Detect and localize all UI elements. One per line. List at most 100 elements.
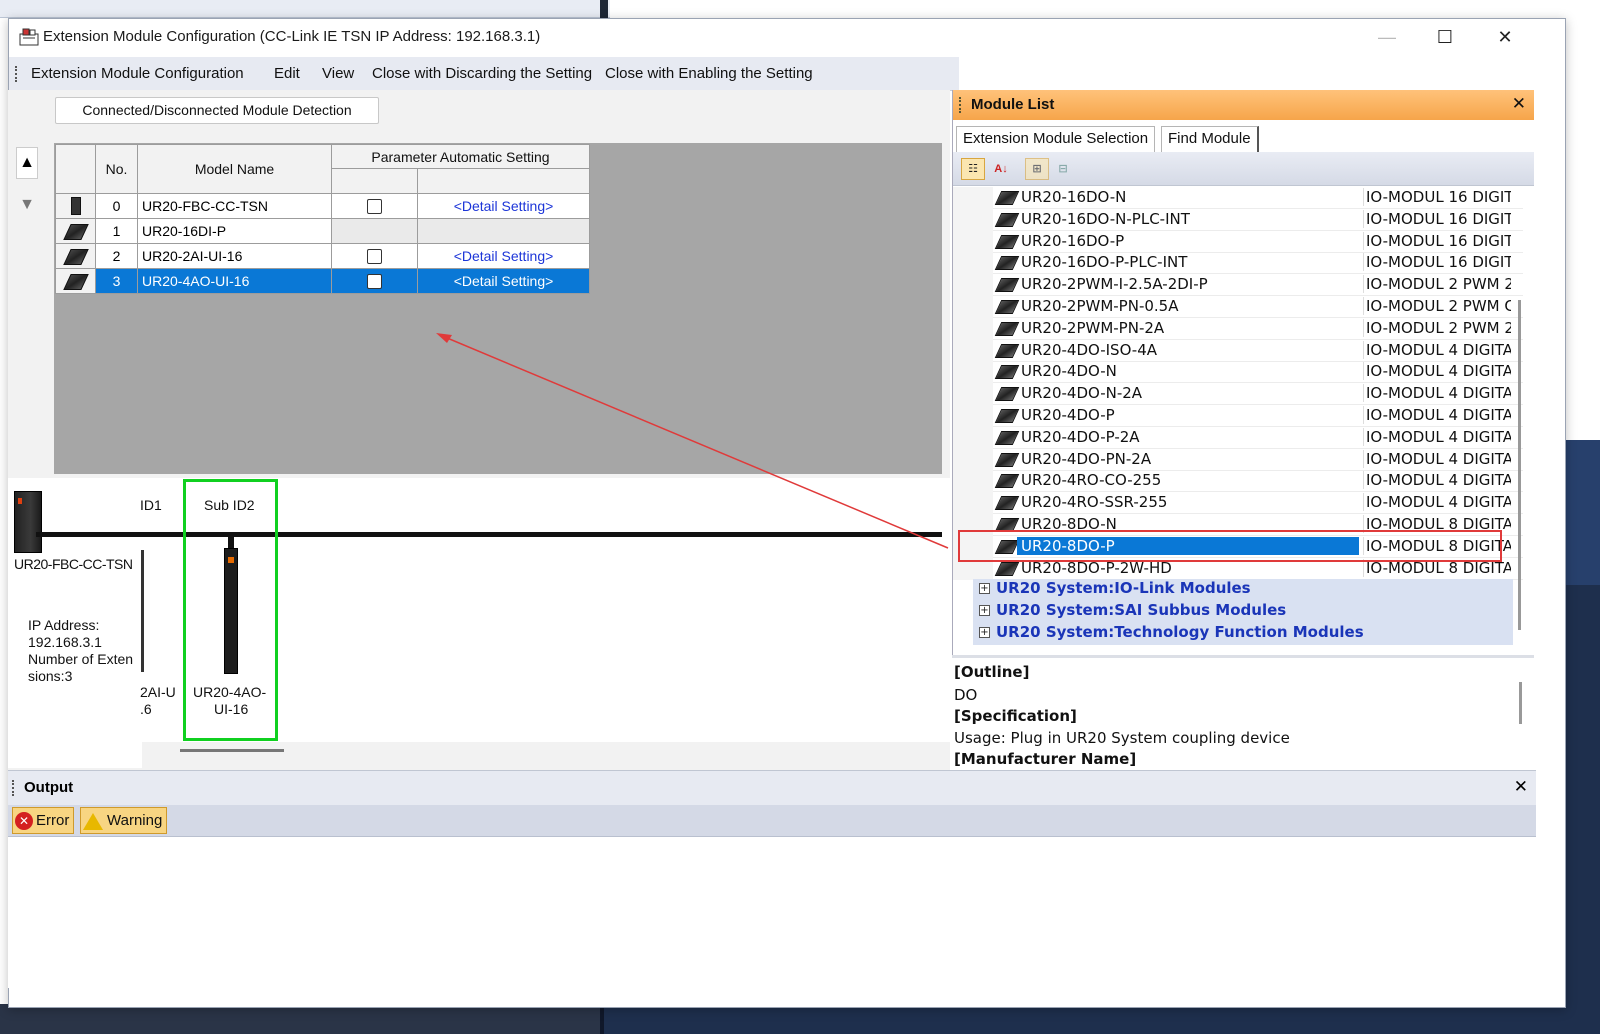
module-list-tabs: Extension Module Selection Find Module — [953, 122, 1534, 152]
list-item[interactable]: UR20-16DO-P-PLC-INT IO-MODUL 16 DIGIT — [953, 252, 1523, 275]
module-detection-button[interactable]: Connected/Disconnected Module Detection — [55, 97, 379, 124]
module-description: IO-MODUL 2 PWM C — [1363, 297, 1511, 315]
list-item[interactable]: UR20-16DO-N-PLC-INT IO-MODUL 16 DIGIT — [953, 208, 1523, 231]
menu-close-enable[interactable]: Close with Enabling the Setting — [605, 65, 813, 82]
module-icon — [994, 278, 1020, 293]
output-panel: Output ✕ ✕ Error Warning — [8, 770, 1536, 988]
info-scrollbar[interactable] — [1519, 682, 1522, 724]
list-item[interactable]: UR20-4DO-P IO-MODUL 4 DIGITA — [953, 405, 1523, 427]
grip-icon — [959, 97, 962, 113]
background-desktop — [0, 1004, 606, 1034]
output-title: Output — [24, 779, 74, 796]
list-item[interactable]: UR20-2PWM-I-2.5A-2DI-P IO-MODUL 2 PWM 2 — [953, 274, 1523, 297]
list-item[interactable]: UR20-2PWM-PN-0.5A IO-MODUL 2 PWM C — [953, 296, 1523, 318]
module-name: UR20-16DO-P — [1021, 231, 1125, 250]
auto-setting-checkbox[interactable] — [367, 199, 382, 215]
auto-setting-checkbox[interactable] — [367, 249, 382, 265]
extensions-label-cont: sions:3 — [28, 668, 73, 684]
detail-setting-link[interactable]: <Detail Setting> — [417, 268, 590, 294]
warning-filter-button[interactable]: Warning — [80, 807, 168, 834]
menu-close-discard[interactable]: Close with Discarding the Setting — [372, 65, 592, 82]
list-item[interactable]: UR20-4DO-ISO-4A IO-MODUL 4 DIGITA — [953, 339, 1523, 362]
module-name: UR20-16DO-N — [1021, 188, 1127, 206]
icon-column-header — [55, 144, 96, 194]
specification-heading: [Specification] — [954, 707, 1077, 725]
menu-extension-module-configuration[interactable]: Extension Module Configuration — [31, 65, 244, 82]
module-description: IO-MODUL 4 DIGITA — [1363, 340, 1511, 359]
tab-extension-module-selection[interactable]: Extension Module Selection — [956, 126, 1156, 152]
module-label-2ai-cont: .6 — [140, 701, 152, 717]
close-icon[interactable]: ✕ — [1514, 777, 1528, 797]
tree-group[interactable]: + UR20 System:SAI Subbus Modules — [973, 601, 1513, 624]
list-item[interactable]: UR20-2PWM-PN-2A IO-MODUL 2 PWM 2 — [953, 317, 1523, 340]
module-icon — [994, 452, 1020, 467]
sort-az-icon[interactable]: A↓ — [989, 158, 1013, 180]
menu-view[interactable]: View — [322, 65, 354, 82]
table-row-selected[interactable]: 3 UR20-4AO-UI-16 <Detail Setting> — [55, 268, 590, 294]
menu-edit[interactable]: Edit — [274, 65, 300, 82]
highlight-box — [183, 479, 278, 741]
tree-group[interactable]: + UR20 System:Technology Function Modules — [973, 623, 1513, 645]
expand-icon[interactable]: + — [979, 583, 990, 595]
warning-icon — [83, 812, 103, 830]
module-diagram — [8, 478, 950, 768]
app-icon — [19, 28, 39, 46]
auto-setting-checkbox[interactable] — [367, 274, 382, 290]
tab-find-module[interactable]: Find Module — [1161, 126, 1259, 152]
detail-setting-link[interactable]: <Detail Setting> — [417, 193, 590, 219]
detail-setting-link[interactable]: <Detail Setting> — [417, 243, 590, 269]
close-icon[interactable]: ✕ — [1512, 94, 1526, 114]
module-table: No. Model Name Parameter Automatic Setti… — [55, 144, 590, 294]
error-filter-button[interactable]: ✕ Error — [12, 807, 75, 834]
minimize-button[interactable]: — — [1365, 23, 1409, 51]
table-row[interactable]: 2 UR20-2AI-UI-16 <Detail Setting> — [55, 243, 590, 269]
module-description: IO-MODUL 16 DIGIT — [1363, 231, 1511, 250]
expand-icon[interactable]: + — [979, 605, 990, 617]
list-item[interactable]: UR20-4RO-CO-255 IO-MODUL 4 DIGITA — [953, 470, 1523, 493]
list-item[interactable]: UR20-4DO-PN-2A IO-MODUL 4 DIGITA — [953, 448, 1523, 471]
module-name: UR20-2PWM-PN-0.5A — [1021, 297, 1179, 315]
expand-icon[interactable]: + — [979, 627, 990, 638]
bus-line — [36, 532, 942, 537]
module-image-2ai[interactable] — [141, 550, 144, 672]
list-item[interactable]: UR20-16DO-N IO-MODUL 16 DIGIT — [953, 187, 1523, 209]
module-name: UR20-16DO-P-PLC-INT — [1021, 253, 1188, 272]
category-view-icon[interactable]: ☷ — [961, 158, 985, 180]
no-column-header: No. — [95, 144, 138, 194]
module-icon — [994, 474, 1020, 489]
table-row[interactable]: 1 UR20-16DI-P — [55, 218, 590, 244]
module-icon — [994, 234, 1020, 249]
list-item[interactable]: UR20-4DO-N-2A IO-MODUL 4 DIGITA — [953, 383, 1523, 406]
move-down-button[interactable]: ▼ — [16, 190, 38, 222]
list-item[interactable]: UR20-4DO-P-2A IO-MODUL 4 DIGITA — [953, 426, 1523, 449]
coupler-device-image[interactable] — [14, 491, 42, 553]
list-item[interactable]: UR20-16DO-P IO-MODUL 16 DIGIT — [953, 230, 1523, 253]
module-description: IO-MODUL 16 DIGIT — [1363, 253, 1511, 272]
list-item[interactable]: UR20-4RO-SSR-255 IO-MODUL 4 DIGITA — [953, 492, 1523, 515]
window-title: Extension Module Configuration (CC-Link … — [43, 28, 541, 45]
coupler-icon — [70, 197, 81, 216]
table-row[interactable]: 0 UR20-FBC-CC-TSN <Detail Setting> — [55, 193, 590, 219]
module-name: UR20-2PWM-PN-2A — [1021, 318, 1165, 337]
module-list-scrollbar[interactable] — [1518, 300, 1521, 630]
module-name: UR20-16DO-N-PLC-INT — [1021, 209, 1190, 228]
close-button[interactable]: ✕ — [1483, 23, 1527, 51]
module-name: UR20-4DO-PN-2A — [1021, 449, 1152, 468]
horizontal-scrollbar[interactable] — [180, 749, 284, 752]
expand-icon[interactable]: ⊞ — [1025, 158, 1049, 180]
move-up-button[interactable]: ▲ — [16, 147, 38, 179]
error-icon: ✕ — [15, 812, 33, 831]
module-icon — [994, 321, 1020, 336]
tree-group[interactable]: + UR20 System:IO-Link Modules — [973, 579, 1513, 602]
maximize-button[interactable]: ☐ — [1423, 23, 1467, 51]
list-item[interactable]: UR20-4DO-N IO-MODUL 4 DIGITA — [953, 361, 1523, 384]
module-icon — [994, 256, 1020, 271]
module-list-header: Module List ✕ — [953, 90, 1534, 120]
collapse-icon[interactable]: ⊟ — [1051, 158, 1075, 180]
module-info-pane: [Outline] DO [Specification] Usage: Plug… — [952, 655, 1534, 767]
module-description: IO-MODUL 16 DIGIT — [1363, 209, 1511, 228]
module-description: IO-MODUL 2 PWM 2 — [1363, 318, 1511, 337]
tree-group-label: UR20 System:SAI Subbus Modules — [996, 601, 1287, 620]
module-name: UR20-4RO-CO-255 — [1021, 471, 1162, 490]
grip-icon — [12, 780, 15, 796]
